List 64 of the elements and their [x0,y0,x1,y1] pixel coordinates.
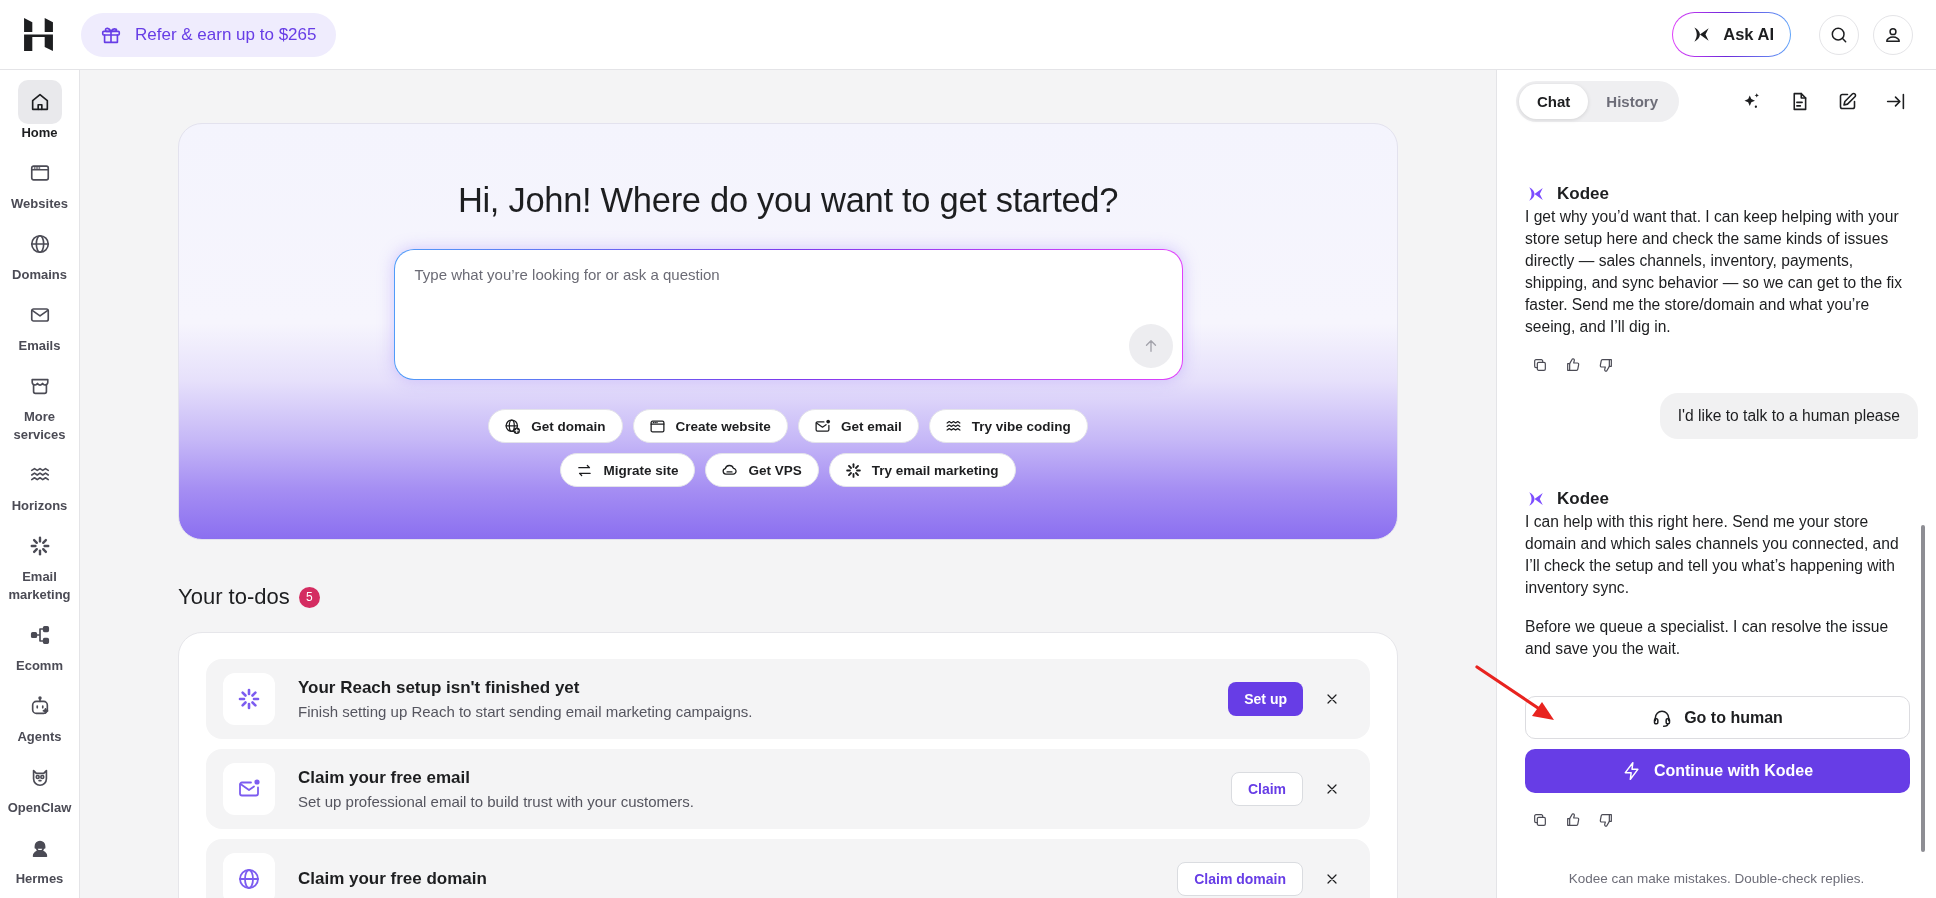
edit-icon[interactable] [1837,91,1858,112]
dotted-circle-icon [844,461,862,479]
ask-ai-button[interactable]: Ask AI [1672,12,1791,57]
todo-title: Your Reach setup isn't finished yet [298,676,581,699]
thumbs-up-icon[interactable] [1565,812,1581,828]
referral-link[interactable]: Refer & earn up to $265 [81,12,337,57]
chat-tab[interactable]: Chat [1519,84,1589,119]
sidebar-item[interactable]: Email marketing [0,524,79,604]
count-badge: 5 [298,586,320,608]
author-name: Kodee [1557,489,1609,509]
disclaimer-text: Kodee can make mistakes. Double-check replies. [1567,870,1866,888]
user-message-bubble: I'd like to talk to a human please [1659,393,1918,439]
copy-icon[interactable] [1532,357,1548,373]
sidebar-item[interactable]: Home [0,80,79,142]
quick-action-chip[interactable]: Get domain [488,409,623,443]
chat-action-button[interactable]: Go to human [1525,696,1910,739]
quick-action-chip[interactable]: Migrate site [560,453,696,487]
quick-action-chip[interactable]: Try email marketing [828,453,1016,487]
chat-tab[interactable]: History [1588,84,1677,119]
chat-action-button[interactable]: Continue with Kodee [1525,749,1910,793]
todo-title: Claim your free domain [298,868,488,890]
sidebar-item[interactable]: Horizons [0,453,79,515]
thumbs-down-icon[interactable] [1598,357,1614,373]
sidebar-item[interactable]: Agents [0,684,79,746]
nodes-icon [28,624,51,646]
collapse-panel-icon[interactable] [1885,91,1906,112]
thumbs-down-icon[interactable] [1598,812,1614,828]
quick-action-chip[interactable]: Create website [632,409,788,443]
action-button[interactable]: Claim domain [1177,862,1303,896]
todo-description: Finish setting up Reach to start sending email marketing campaigns. [298,701,754,722]
sidebar-item[interactable]: Websites [0,151,79,213]
copy-icon[interactable] [1532,812,1548,828]
sidebar-item[interactable]: Ecomm [0,613,79,675]
sidebar-item[interactable]: OpenClaw [0,755,79,817]
quick-action-chip[interactable]: Get email [797,409,919,443]
thumbs-up-icon[interactable] [1565,357,1581,373]
globe-icon [28,233,51,255]
message-text: I get why you’d want that. I can keep helping with your store setup here and check the same kinds of issues directly — sales channels, inventory, payments, shipping, and sync behavior — so we can get to the fix faster. Send me the store/domain and what you’re seeing, and I’ll dig in. [1525,207,1904,337]
message-text: Before we queue a specialist. I can resolve the issue and save you the wait. [1525,617,1890,659]
todo-description: Set up professional email to build trust with your customers. [298,791,695,812]
message-text: I can help with this right here. Send me your store domain and which sales channels you connected, and I’ll check the setup and tell you what’s happening with inventory sync. [1525,512,1900,598]
todo-title: Claim your free email [298,766,471,789]
sidebar-item[interactable]: More services [0,364,79,444]
assistant-avatar-icon [1527,185,1545,203]
assistant-avatar-icon [1527,490,1545,508]
sidebar-item[interactable]: Emails [0,293,79,355]
dotted-circle-icon [28,535,51,557]
globe-icon [504,417,522,435]
logo-icon[interactable] [24,18,53,51]
sidebar-item[interactable]: Domains [0,222,79,284]
browser-window-icon [28,162,51,184]
hero-title: Hi, John! Where do you want to get started? [457,180,1119,221]
section-title: Your to-dos [178,583,290,611]
quick-action-chip[interactable]: Get VPS [705,453,819,487]
envelope-icon [813,417,831,435]
envelope-icon [223,763,275,815]
action-button[interactable]: Claim [1230,772,1303,806]
home-icon [17,80,62,124]
scrollbar-thumb[interactable] [1921,525,1925,852]
quick-action-chip[interactable]: Try vibe coding [928,409,1088,443]
sidebar-item[interactable]: Hermes [0,826,79,888]
author-name: Kodee [1557,184,1609,204]
search-field[interactable]: Type what you’re looking for or ask a question [393,249,1183,380]
action-button[interactable]: Set up [1228,682,1303,716]
